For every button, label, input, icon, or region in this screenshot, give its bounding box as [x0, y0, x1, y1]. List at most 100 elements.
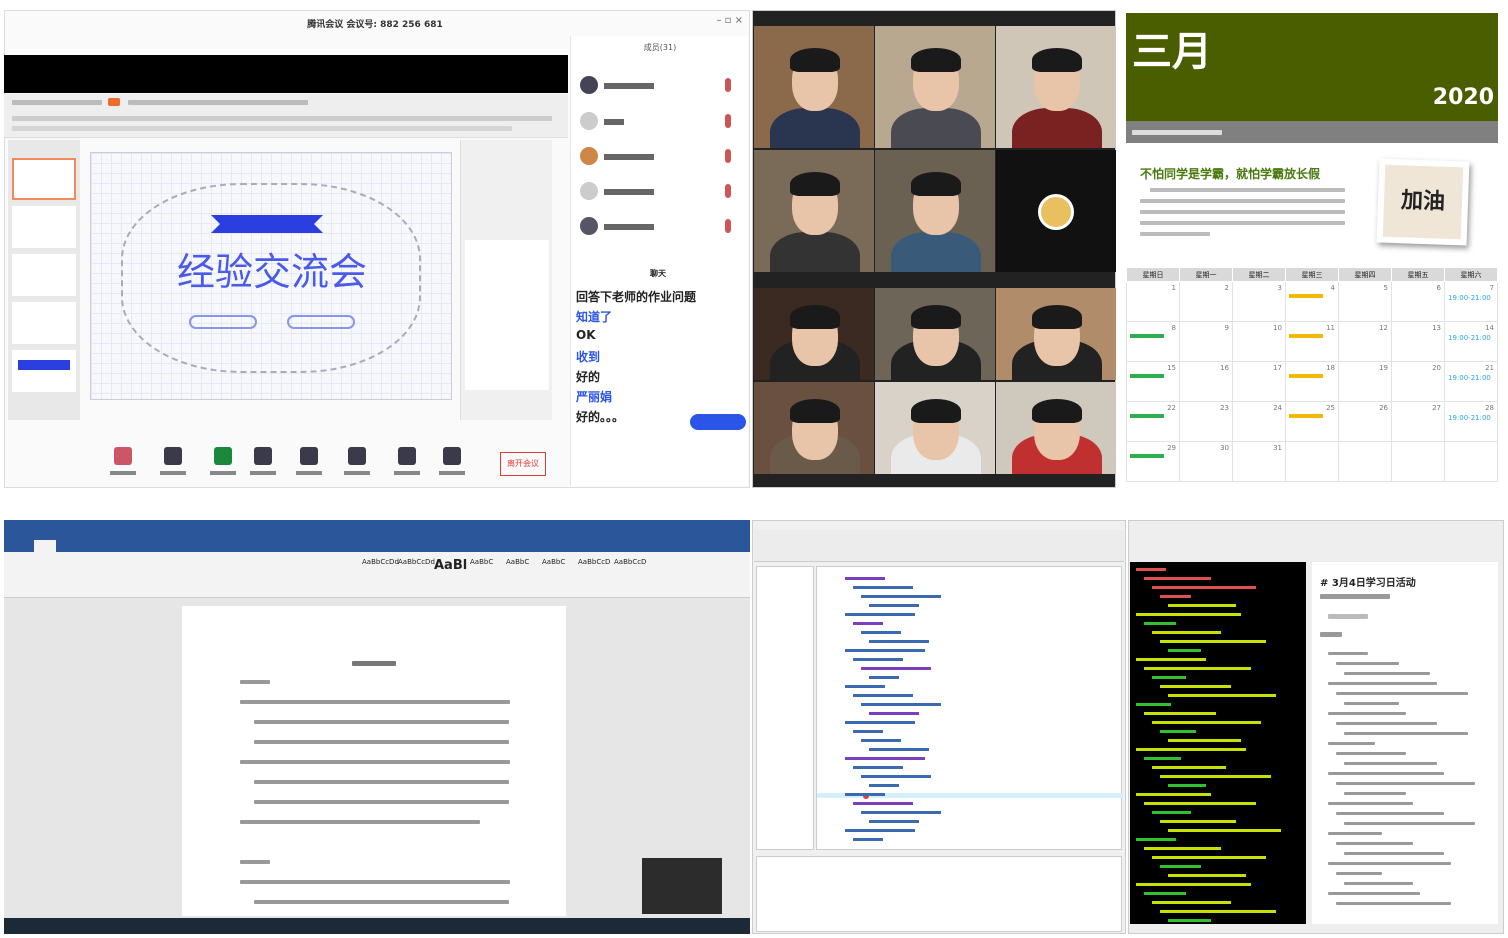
code-line [861, 811, 941, 814]
participant-video-tile[interactable] [754, 288, 874, 380]
terminal-line [1160, 775, 1271, 778]
calendar-day[interactable]: 10 [1232, 321, 1286, 362]
terminal-line [1152, 676, 1186, 679]
document-text-line [240, 880, 510, 884]
participant-video-tile[interactable] [754, 382, 874, 474]
window-controls[interactable]: – ▫ × [716, 15, 743, 26]
participant-video-tile[interactable] [996, 288, 1116, 380]
calendar-day[interactable]: 8 [1126, 321, 1180, 362]
style-gallery-item[interactable]: AaBbCcD [578, 558, 610, 566]
word-tabs[interactable] [4, 538, 750, 552]
document-text-line [254, 780, 509, 784]
style-gallery-item[interactable]: AaBbC [470, 558, 493, 566]
calendar-day[interactable]: 2 [1179, 281, 1233, 322]
calendar-day[interactable] [1444, 441, 1498, 482]
docs-button[interactable] [390, 447, 424, 475]
calendar-day[interactable]: 3 [1232, 281, 1286, 322]
calendar-day[interactable]: 13 [1391, 321, 1445, 362]
calendar-day[interactable]: 31 [1232, 441, 1286, 482]
document-text-line [254, 720, 509, 724]
event-marker [1289, 414, 1323, 418]
calendar-day[interactable]: 28 19:00-21:00 [1444, 401, 1498, 442]
participant-row[interactable] [580, 76, 745, 98]
participant-video-tile[interactable] [996, 382, 1116, 474]
share-screen-button[interactable] [206, 447, 240, 475]
members-button[interactable] [292, 447, 326, 475]
calendar-day[interactable]: 16 [1179, 361, 1233, 402]
event-marker [1130, 374, 1164, 378]
calendar-day[interactable]: 6 [1391, 281, 1445, 322]
calendar-day[interactable]: 5 [1338, 281, 1392, 322]
style-gallery-item[interactable]: AaBbC [506, 558, 529, 566]
calendar-day[interactable]: 30 [1179, 441, 1233, 482]
participant-video-tile[interactable] [875, 26, 995, 148]
participant-video-tile[interactable] [754, 26, 874, 148]
calendar-day[interactable]: 18 [1285, 361, 1339, 402]
end-meeting-button[interactable]: 离开会议 [500, 452, 546, 476]
day-number: 31 [1273, 444, 1282, 452]
markdown-preview: # 3月4日学习日活动 [1312, 562, 1498, 924]
calendar-day[interactable]: 14 19:00-21:00 [1444, 321, 1498, 362]
day-number: 7 [1489, 284, 1494, 292]
calendar-day[interactable] [1338, 441, 1392, 482]
calendar-subheader [1126, 121, 1498, 143]
send-button[interactable] [690, 414, 746, 430]
code-line [853, 802, 913, 805]
calendar-day[interactable] [1391, 441, 1445, 482]
terminal-line [1136, 613, 1241, 616]
calendar-day[interactable]: 21 19:00-21:00 [1444, 361, 1498, 402]
day-number: 4 [1330, 284, 1335, 292]
meeting-title: 腾讯会议 会议号: 882 256 681 [307, 20, 443, 30]
calendar-day[interactable]: 23 [1179, 401, 1233, 442]
code-line [853, 622, 883, 625]
calendar-day[interactable]: 26 [1338, 401, 1392, 442]
calendar-day[interactable]: 12 [1338, 321, 1392, 362]
calendar-day[interactable]: 25 [1285, 401, 1339, 442]
calendar-day[interactable]: 22 [1126, 401, 1180, 442]
notes-list-item [1336, 722, 1437, 725]
calendar-day[interactable]: 11 [1285, 321, 1339, 362]
style-gallery-item[interactable]: AaBbCcD [614, 558, 646, 566]
slide-thumbnails[interactable] [8, 140, 80, 420]
mute-button[interactable] [106, 447, 140, 475]
event-marker [1130, 414, 1164, 418]
calendar-day[interactable] [1285, 441, 1339, 482]
calendar-day[interactable]: 17 [1232, 361, 1286, 402]
event-marker [1130, 334, 1164, 338]
participant-video-tile[interactable] [996, 26, 1116, 148]
participant-video-tile[interactable] [875, 382, 995, 474]
participant-row[interactable] [580, 182, 745, 204]
calendar-day[interactable]: 4 [1285, 281, 1339, 322]
calendar-day[interactable]: 20 [1391, 361, 1445, 402]
participant-video-tile[interactable] [875, 150, 995, 272]
style-gallery-item[interactable]: AaBbC [542, 558, 565, 566]
participant-row[interactable] [580, 112, 745, 134]
calendar-day[interactable]: 27 [1391, 401, 1445, 442]
participant-video-tile[interactable] [996, 150, 1116, 272]
calendar-day[interactable]: 15 [1126, 361, 1180, 402]
participant-video-tile[interactable] [754, 150, 874, 272]
video-button[interactable] [156, 447, 190, 475]
calendar-day[interactable]: 7 19:00-21:00 [1444, 281, 1498, 322]
calendar-day[interactable]: 9 [1179, 321, 1233, 362]
encouragement-photo: 加油 [1376, 158, 1470, 246]
slide-canvas[interactable]: 经验交流会 [90, 152, 452, 400]
chat-button[interactable] [340, 447, 374, 475]
invite-button[interactable] [246, 447, 280, 475]
participant-video-tile[interactable] [875, 288, 995, 380]
settings-button[interactable] [435, 447, 469, 475]
ide-editor[interactable] [816, 566, 1123, 850]
ide-project-tree[interactable] [756, 566, 814, 850]
document-page[interactable] [182, 606, 566, 916]
calendar-day[interactable]: 24 [1232, 401, 1286, 442]
participant-row[interactable] [580, 147, 745, 169]
ide-toolbar [754, 530, 1124, 562]
participant-row[interactable] [580, 217, 745, 239]
calendar-day[interactable]: 1 [1126, 281, 1180, 322]
terminal-line [1144, 802, 1256, 805]
calendar-day[interactable]: 29 [1126, 441, 1180, 482]
style-gallery-item[interactable]: AaBbCcDd [362, 558, 399, 566]
style-gallery-item[interactable]: AaBl [434, 558, 467, 573]
calendar-day[interactable]: 19 [1338, 361, 1392, 402]
style-gallery-item[interactable]: AaBbCcDd [398, 558, 435, 566]
